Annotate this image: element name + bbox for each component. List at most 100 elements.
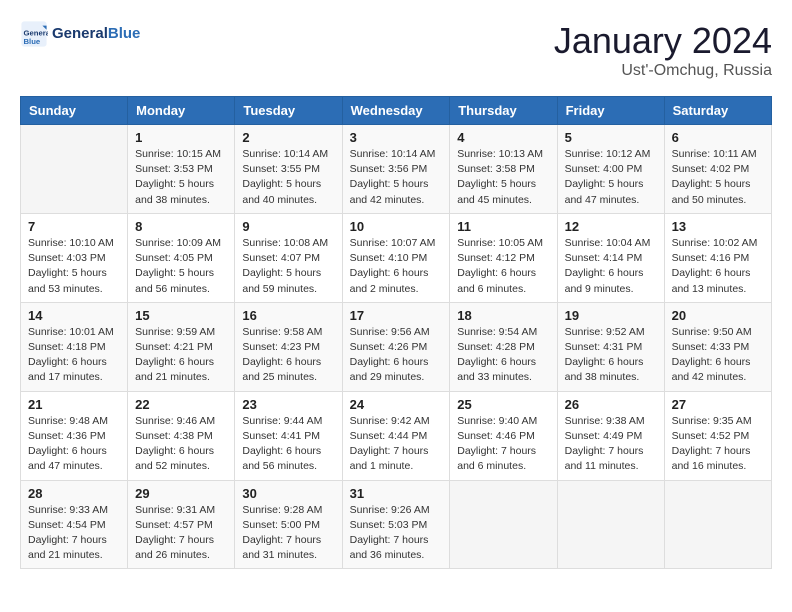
calendar-cell: 21 Sunrise: 9:48 AMSunset: 4:36 PMDayligh… — [21, 391, 128, 480]
day-info: Sunrise: 9:46 AMSunset: 4:38 PMDaylight:… — [135, 414, 227, 475]
day-number: 13 — [672, 219, 764, 234]
weekday-header-friday: Friday — [557, 97, 664, 125]
day-info: Sunrise: 10:07 AMSunset: 4:10 PMDaylight… — [350, 236, 443, 297]
calendar-cell: 22Sunrise: 9:46 AMSunset: 4:38 PMDayligh… — [128, 391, 235, 480]
day-info: Sunrise: 10:15 AMSunset: 3:53 PMDaylight… — [135, 147, 227, 208]
day-info: Sunrise: 10:14 AMSunset: 3:56 PMDaylight… — [350, 147, 443, 208]
day-info: Sunrise: 10:05 AMSunset: 4:12 PMDaylight… — [457, 236, 549, 297]
calendar-cell: 28Sunrise: 9:33 AMSunset: 4:54 PMDayligh… — [21, 480, 128, 569]
calendar-cell: 11 Sunrise: 10:05 AMSunset: 4:12 PMDaylig… — [450, 213, 557, 302]
day-number: 19 — [565, 308, 657, 323]
calendar-cell: 27 Sunrise: 9:35 AMSunset: 4:52 PMDayligh… — [664, 391, 771, 480]
day-number: 31 — [350, 486, 443, 501]
week-row-5: 28Sunrise: 9:33 AMSunset: 4:54 PMDayligh… — [21, 480, 772, 569]
calendar-cell: 23 Sunrise: 9:44 AMSunset: 4:41 PMDayligh… — [235, 391, 342, 480]
week-row-1: 1 Sunrise: 10:15 AMSunset: 3:53 PMDayligh… — [21, 125, 772, 214]
day-number: 20 — [672, 308, 764, 323]
logo-general: General — [52, 25, 108, 42]
day-info: Sunrise: 9:33 AMSunset: 4:54 PMDaylight:… — [28, 503, 120, 564]
day-info: Sunrise: 10:12 AMSunset: 4:00 PMDaylight… — [565, 147, 657, 208]
calendar-cell: 3 Sunrise: 10:14 AMSunset: 3:56 PMDayligh… — [342, 125, 450, 214]
day-number: 25 — [457, 397, 549, 412]
day-info: Sunrise: 9:58 AMSunset: 4:23 PMDaylight:… — [242, 325, 334, 386]
calendar-cell — [664, 480, 771, 569]
day-info: Sunrise: 9:50 AMSunset: 4:33 PMDaylight:… — [672, 325, 764, 386]
day-number: 24 — [350, 397, 443, 412]
day-info: Sunrise: 10:13 AMSunset: 3:58 PMDaylight… — [457, 147, 549, 208]
calendar-cell: 31 Sunrise: 9:26 AMSunset: 5:03 PMDayligh… — [342, 480, 450, 569]
calendar-cell: 8 Sunrise: 10:09 AMSunset: 4:05 PMDayligh… — [128, 213, 235, 302]
day-info: Sunrise: 10:02 AMSunset: 4:16 PMDaylight… — [672, 236, 764, 297]
calendar-cell: 16 Sunrise: 9:58 AMSunset: 4:23 PMDayligh… — [235, 302, 342, 391]
calendar-cell: 13 Sunrise: 10:02 AMSunset: 4:16 PMDaylig… — [664, 213, 771, 302]
calendar-cell: 2 Sunrise: 10:14 AMSunset: 3:55 PMDayligh… — [235, 125, 342, 214]
logo-icon: General Blue — [20, 20, 48, 48]
day-info: Sunrise: 9:48 AMSunset: 4:36 PMDaylight:… — [28, 414, 120, 475]
location-subtitle: Ust'-Omchug, Russia — [554, 62, 772, 80]
day-number: 5 — [565, 130, 657, 145]
day-number: 3 — [350, 130, 443, 145]
calendar-cell: 18 Sunrise: 9:54 AMSunset: 4:28 PMDayligh… — [450, 302, 557, 391]
day-number: 16 — [242, 308, 334, 323]
day-info: Sunrise: 9:31 AMSunset: 4:57 PMDaylight:… — [135, 503, 227, 564]
day-number: 11 — [457, 219, 549, 234]
day-info: Sunrise: 10:14 AMSunset: 3:55 PMDaylight… — [242, 147, 334, 208]
day-info: Sunrise: 9:42 AMSunset: 4:44 PMDaylight:… — [350, 414, 443, 475]
day-number: 17 — [350, 308, 443, 323]
day-info: Sunrise: 9:40 AMSunset: 4:46 PMDaylight:… — [457, 414, 549, 475]
day-info: Sunrise: 10:10 AMSunset: 4:03 PMDaylight… — [28, 236, 120, 297]
day-info: Sunrise: 10:11 AMSunset: 4:02 PMDaylight… — [672, 147, 764, 208]
day-number: 21 — [28, 397, 120, 412]
day-info: Sunrise: 9:26 AMSunset: 5:03 PMDaylight:… — [350, 503, 443, 564]
calendar-cell: 25 Sunrise: 9:40 AMSunset: 4:46 PMDayligh… — [450, 391, 557, 480]
calendar-cell: 24 Sunrise: 9:42 AMSunset: 4:44 PMDayligh… — [342, 391, 450, 480]
day-info: Sunrise: 10:08 AMSunset: 4:07 PMDaylight… — [242, 236, 334, 297]
calendar-cell: 20 Sunrise: 9:50 AMSunset: 4:33 PMDayligh… — [664, 302, 771, 391]
day-number: 10 — [350, 219, 443, 234]
weekday-header-sunday: Sunday — [21, 97, 128, 125]
svg-text:Blue: Blue — [24, 37, 41, 46]
day-number: 30 — [242, 486, 334, 501]
calendar-cell: 7Sunrise: 10:10 AMSunset: 4:03 PMDayligh… — [21, 213, 128, 302]
day-number: 1 — [135, 130, 227, 145]
month-title: January 2024 — [554, 20, 772, 62]
calendar-table: SundayMondayTuesdayWednesdayThursdayFrid… — [20, 96, 772, 569]
day-number: 15 — [135, 308, 227, 323]
day-info: Sunrise: 9:28 AMSunset: 5:00 PMDaylight:… — [242, 503, 334, 564]
calendar-cell: 15Sunrise: 9:59 AMSunset: 4:21 PMDayligh… — [128, 302, 235, 391]
day-number: 27 — [672, 397, 764, 412]
day-number: 9 — [242, 219, 334, 234]
day-number: 6 — [672, 130, 764, 145]
calendar-cell: 14 Sunrise: 10:01 AMSunset: 4:18 PMDaylig… — [21, 302, 128, 391]
weekday-header-saturday: Saturday — [664, 97, 771, 125]
calendar-cell: 10 Sunrise: 10:07 AMSunset: 4:10 PMDaylig… — [342, 213, 450, 302]
logo: General Blue General Blue — [20, 20, 140, 48]
calendar-cell: 26Sunrise: 9:38 AMSunset: 4:49 PMDayligh… — [557, 391, 664, 480]
day-info: Sunrise: 10:09 AMSunset: 4:05 PMDaylight… — [135, 236, 227, 297]
weekday-header-monday: Monday — [128, 97, 235, 125]
day-number: 14 — [28, 308, 120, 323]
calendar-cell: 12Sunrise: 10:04 AMSunset: 4:14 PMDaylig… — [557, 213, 664, 302]
day-info: Sunrise: 9:35 AMSunset: 4:52 PMDaylight:… — [672, 414, 764, 475]
day-info: Sunrise: 10:01 AMSunset: 4:18 PMDaylight… — [28, 325, 120, 386]
calendar-cell: 6 Sunrise: 10:11 AMSunset: 4:02 PMDayligh… — [664, 125, 771, 214]
calendar-cell: 29 Sunrise: 9:31 AMSunset: 4:57 PMDayligh… — [128, 480, 235, 569]
calendar-cell — [557, 480, 664, 569]
calendar-cell — [450, 480, 557, 569]
day-info: Sunrise: 9:44 AMSunset: 4:41 PMDaylight:… — [242, 414, 334, 475]
week-row-4: 21 Sunrise: 9:48 AMSunset: 4:36 PMDayligh… — [21, 391, 772, 480]
day-number: 18 — [457, 308, 549, 323]
week-row-2: 7Sunrise: 10:10 AMSunset: 4:03 PMDayligh… — [21, 213, 772, 302]
weekday-header-row: SundayMondayTuesdayWednesdayThursdayFrid… — [21, 97, 772, 125]
page-header: General Blue General Blue January 2024 Us… — [20, 20, 772, 80]
calendar-cell: 19 Sunrise: 9:52 AMSunset: 4:31 PMDayligh… — [557, 302, 664, 391]
calendar-cell: 5 Sunrise: 10:12 AMSunset: 4:00 PMDayligh… — [557, 125, 664, 214]
day-number: 29 — [135, 486, 227, 501]
day-number: 8 — [135, 219, 227, 234]
weekday-header-thursday: Thursday — [450, 97, 557, 125]
calendar-cell: 9 Sunrise: 10:08 AMSunset: 4:07 PMDayligh… — [235, 213, 342, 302]
day-number: 2 — [242, 130, 334, 145]
day-info: Sunrise: 9:52 AMSunset: 4:31 PMDaylight:… — [565, 325, 657, 386]
day-number: 23 — [242, 397, 334, 412]
day-info: Sunrise: 9:54 AMSunset: 4:28 PMDaylight:… — [457, 325, 549, 386]
